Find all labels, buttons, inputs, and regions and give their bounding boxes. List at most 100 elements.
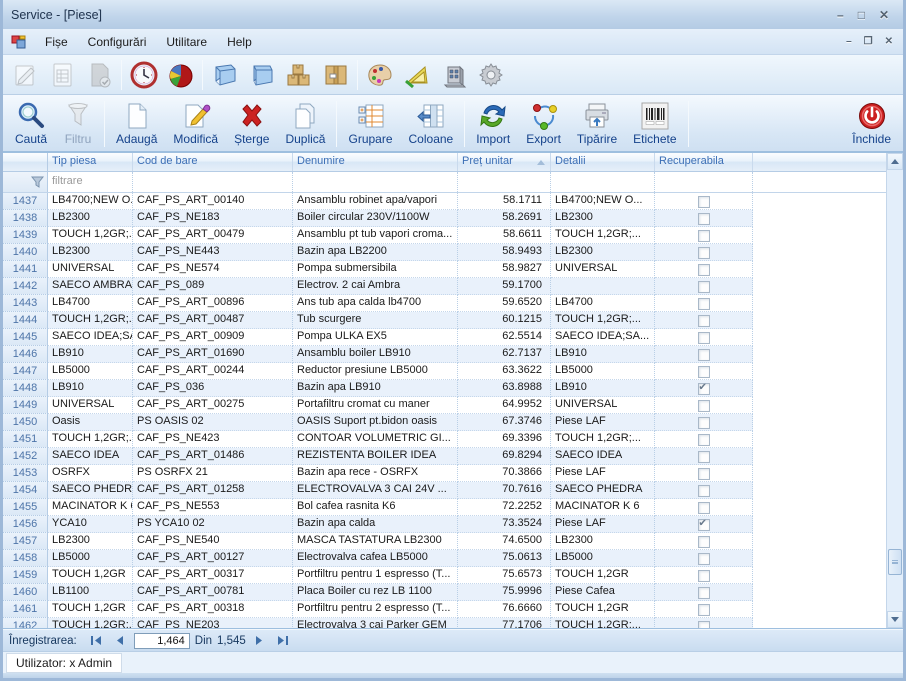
maximize-button[interactable]: □ xyxy=(858,9,865,21)
ruler-icon[interactable] xyxy=(398,58,435,92)
recuperabila-checkbox[interactable] xyxy=(698,298,710,310)
recuperabila-checkbox[interactable] xyxy=(698,519,710,531)
menu-item-fise[interactable]: Fișe xyxy=(35,31,78,53)
recuperabila-checkbox[interactable] xyxy=(698,417,710,429)
filter-input-detalii[interactable] xyxy=(551,172,655,192)
recuperabila-checkbox[interactable] xyxy=(698,230,710,242)
table-row[interactable]: 1441UNIVERSALCAF_PS_NE574Pompa submersib… xyxy=(3,261,753,278)
package-icon[interactable] xyxy=(317,58,354,92)
vertical-scrollbar[interactable] xyxy=(886,153,903,628)
minimize-button[interactable]: – xyxy=(837,9,844,21)
import-button[interactable]: Import xyxy=(468,97,518,151)
recuperabila-checkbox[interactable] xyxy=(698,553,710,565)
adauga-button[interactable]: Adaugă xyxy=(108,97,165,151)
recuperabila-checkbox[interactable] xyxy=(698,383,710,395)
column-header-detalii[interactable]: Detalii xyxy=(551,153,655,171)
recuperabila-checkbox[interactable] xyxy=(698,536,710,548)
scrollbar-thumb[interactable] xyxy=(888,549,902,575)
scrollbar-track[interactable] xyxy=(887,170,903,611)
table-row[interactable]: 1447LB5000CAF_PS_ART_00244Reductor presi… xyxy=(3,363,753,380)
scroll-up-button[interactable] xyxy=(887,153,903,170)
table-row[interactable]: 1455MACINATOR K 6CAF_PS_NE553Bol cafea r… xyxy=(3,499,753,516)
building-icon[interactable] xyxy=(435,58,472,92)
recuperabila-checkbox[interactable] xyxy=(698,621,710,630)
table-row[interactable]: 1440LB2300CAF_PS_NE443Bazin apa LB220058… xyxy=(3,244,753,261)
last-record-button[interactable] xyxy=(274,633,292,649)
etichete-button[interactable]: Etichete xyxy=(625,97,684,151)
menu-item-utilitare[interactable]: Utilitare xyxy=(156,31,217,53)
table-row[interactable]: 1460LB1100CAF_PS_ART_00781Placa Boiler c… xyxy=(3,584,753,601)
blue-box-2-icon[interactable] xyxy=(243,58,280,92)
column-header-recuperabila[interactable]: Recuperabila xyxy=(655,153,753,171)
recuperabila-checkbox[interactable] xyxy=(698,264,710,276)
sterge-button[interactable]: Șterge xyxy=(226,97,277,151)
menu-item-configurari[interactable]: Configurări xyxy=(78,31,157,53)
filter-input-denumire[interactable] xyxy=(293,172,458,192)
tiparire-button[interactable]: Tipărire xyxy=(569,97,625,151)
filter-input-recuperabila[interactable] xyxy=(655,172,753,192)
table-row[interactable]: 1443LB4700CAF_PS_ART_00896Ans tub apa ca… xyxy=(3,295,753,312)
recuperabila-checkbox[interactable] xyxy=(698,604,710,616)
table-row[interactable]: 1448LB910CAF_PS_036Bazin apa LB91063.898… xyxy=(3,380,753,397)
filter-input-cod-de-bare[interactable] xyxy=(133,172,293,192)
current-record-input[interactable]: 1,464 xyxy=(134,633,190,649)
recuperabila-checkbox[interactable] xyxy=(698,587,710,599)
column-header-tip-piesa[interactable]: Tip piesa xyxy=(48,153,133,171)
menu-item-help[interactable]: Help xyxy=(217,31,262,53)
table-row[interactable]: 1446LB910CAF_PS_ART_01690Ansamblu boiler… xyxy=(3,346,753,363)
filtru-button[interactable]: Filtru xyxy=(55,97,101,151)
blue-box-icon[interactable] xyxy=(206,58,243,92)
modifica-button[interactable]: Modifică xyxy=(165,97,226,151)
pie-chart-icon[interactable] xyxy=(162,58,199,92)
recuperabila-checkbox[interactable] xyxy=(698,434,710,446)
table-row[interactable]: 1454SAECO PHEDRACAF_PS_ART_01258ELECTROV… xyxy=(3,482,753,499)
coloane-button[interactable]: Coloane xyxy=(401,97,462,151)
gear-icon[interactable] xyxy=(472,58,509,92)
recuperabila-checkbox[interactable] xyxy=(698,366,710,378)
table-row[interactable]: 1450OasisPS OASIS 02OASIS Suport pt.bido… xyxy=(3,414,753,431)
table-row[interactable]: 1451TOUCH 1,2GR;...CAF_PS_NE423CONTOAR V… xyxy=(3,431,753,448)
recuperabila-checkbox[interactable] xyxy=(698,315,710,327)
clock-icon[interactable] xyxy=(125,58,162,92)
close-button[interactable]: ✕ xyxy=(879,9,889,21)
table-row[interactable]: 1462TOUCH 1,2GR;...CAF_PS_NE203Electrova… xyxy=(3,618,753,629)
previous-record-button[interactable] xyxy=(111,633,129,649)
cauta-button[interactable]: Caută xyxy=(7,97,55,151)
table-row[interactable]: 1456YCA10PS YCA10 02Bazin apa calda73.35… xyxy=(3,516,753,533)
recuperabila-checkbox[interactable] xyxy=(698,502,710,514)
table-row[interactable]: 1457LB2300CAF_PS_NE540MASCA TASTATURA LB… xyxy=(3,533,753,550)
table-row[interactable]: 1438LB2300CAF_PS_NE183Boiler circular 23… xyxy=(3,210,753,227)
table-row[interactable]: 1442SAECO AMBRACAF_PS_089Electrov. 2 cai… xyxy=(3,278,753,295)
table-row[interactable]: 1439TOUCH 1,2GR;...CAF_PS_ART_00479Ansam… xyxy=(3,227,753,244)
recuperabila-checkbox[interactable] xyxy=(698,247,710,259)
edit-document-icon[interactable] xyxy=(7,58,44,92)
table-row[interactable]: 1461TOUCH 1,2GRCAF_PS_ART_00318Portfiltr… xyxy=(3,601,753,618)
filter-input-pret-unitar[interactable] xyxy=(458,172,551,192)
mdi-minimize-button[interactable]: – xyxy=(846,37,852,47)
table-row[interactable]: 1449UNIVERSALCAF_PS_ART_00275Portafiltru… xyxy=(3,397,753,414)
mdi-restore-button[interactable]: ❐ xyxy=(864,37,873,47)
table-row[interactable]: 1458LB5000CAF_PS_ART_00127Electrovalva c… xyxy=(3,550,753,567)
mdi-close-button[interactable]: ✕ xyxy=(885,37,893,47)
column-header-pret-unitar[interactable]: Preț unitar xyxy=(458,153,551,171)
first-record-button[interactable] xyxy=(88,633,106,649)
scroll-down-button[interactable] xyxy=(887,611,903,628)
next-record-button[interactable] xyxy=(251,633,269,649)
boxes-group-icon[interactable] xyxy=(280,58,317,92)
table-row[interactable]: 1444TOUCH 1,2GR;...CAF_PS_ART_00487Tub s… xyxy=(3,312,753,329)
inchide-button[interactable]: Închide xyxy=(844,97,899,151)
duplica-button[interactable]: Duplică xyxy=(277,97,333,151)
filter-input-tip-piesa[interactable]: filtrare xyxy=(48,172,133,192)
recuperabila-checkbox[interactable] xyxy=(698,451,710,463)
grupare-button[interactable]: Grupare xyxy=(340,97,400,151)
report-document-icon[interactable] xyxy=(44,58,81,92)
table-row[interactable]: 1445SAECO IDEA;SA...CAF_PS_ART_00909Pomp… xyxy=(3,329,753,346)
table-row[interactable]: 1453OSRFXPS OSRFX 21Bazin apa rece - OSR… xyxy=(3,465,753,482)
recuperabila-checkbox[interactable] xyxy=(698,349,710,361)
recuperabila-checkbox[interactable] xyxy=(698,213,710,225)
column-header-cod-de-bare[interactable]: Cod de bare xyxy=(133,153,293,171)
recuperabila-checkbox[interactable] xyxy=(698,196,710,208)
palette-icon[interactable] xyxy=(361,58,398,92)
table-row[interactable]: 1452SAECO IDEACAF_PS_ART_01486REZISTENTA… xyxy=(3,448,753,465)
recuperabila-checkbox[interactable] xyxy=(698,570,710,582)
